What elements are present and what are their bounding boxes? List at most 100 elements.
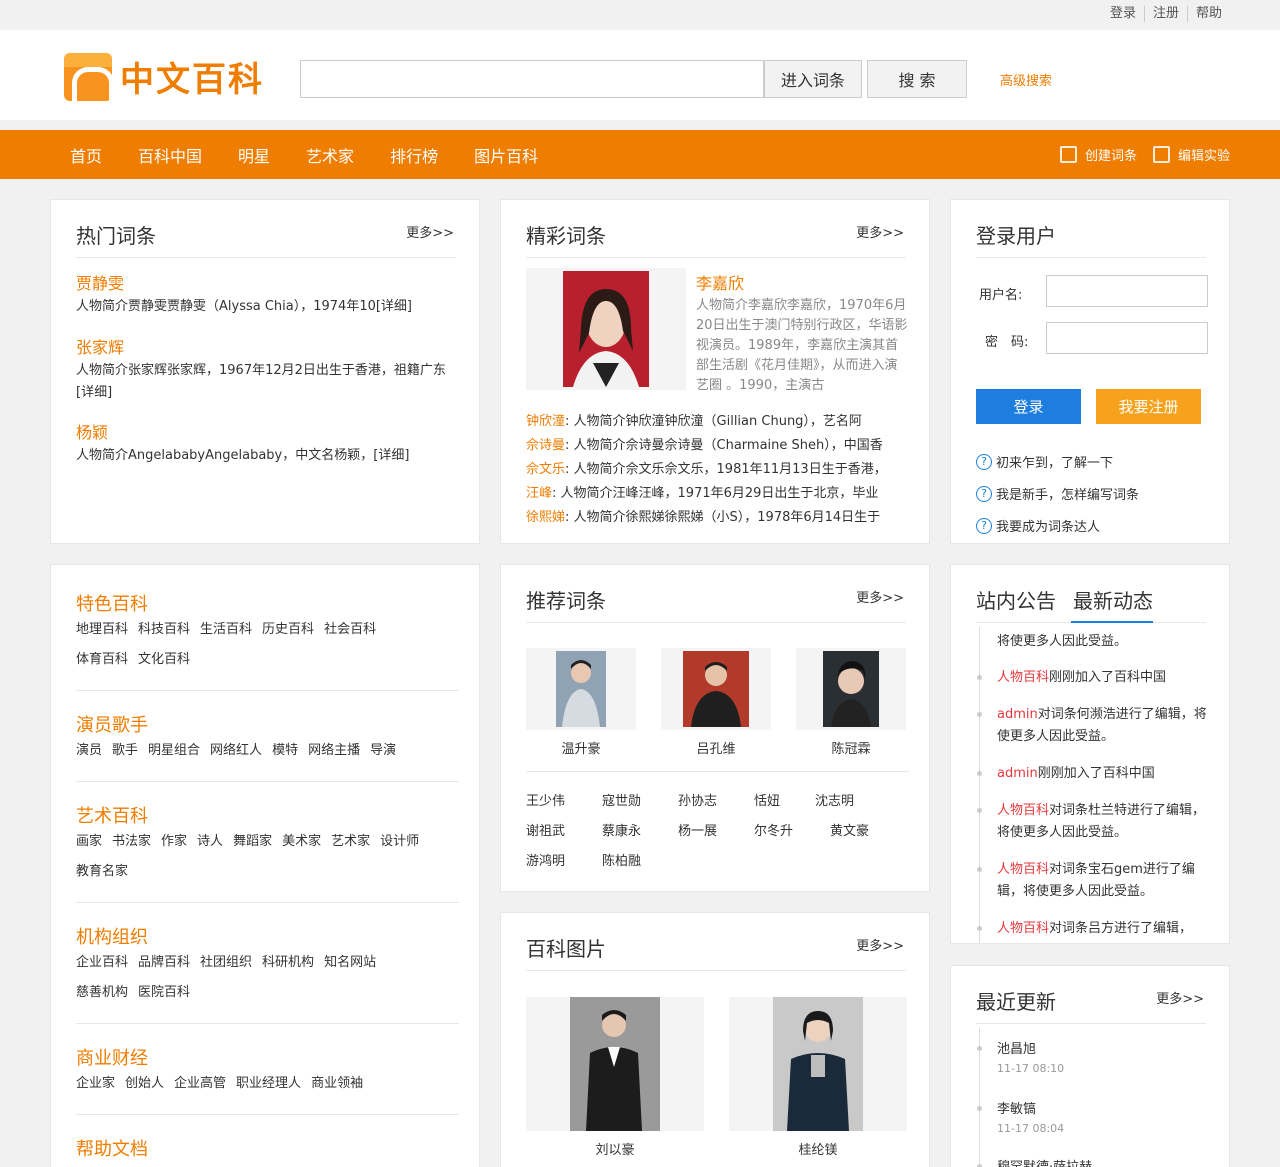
hot-entry-name[interactable]: 张家辉 [76, 334, 124, 358]
featured-list-item[interactable]: 钟欣潼: 人物简介钟欣潼钟欣潼（Gillian Chung），艺名阿 [526, 410, 906, 434]
recommend-name[interactable]: 谢祖武 [526, 817, 602, 847]
picture-item[interactable] [526, 997, 704, 1131]
password-input[interactable] [1046, 322, 1208, 354]
recommend-name[interactable]: 尔冬升 [754, 817, 830, 847]
picture-name[interactable]: 刘以豪 [526, 1139, 704, 1158]
category-tag[interactable]: 舞蹈家 [233, 834, 272, 849]
category-title[interactable]: 艺术百科 [76, 802, 148, 828]
category-tag[interactable]: 导演 [370, 743, 396, 758]
nav-baike-china[interactable]: 百科中国 [138, 143, 202, 167]
notice-item[interactable]: 将使更多人因此受益。 [997, 631, 1209, 653]
featured-main-name[interactable]: 李嘉欣 [696, 270, 744, 294]
hot-entry-name[interactable]: 贾静雯 [76, 270, 124, 294]
category-title[interactable]: 机构组织 [76, 923, 148, 949]
recommend-name[interactable]: 蔡康永 [602, 817, 678, 847]
recommend-name[interactable]: 王少伟 [526, 787, 602, 817]
featured-list-item[interactable]: 汪峰: 人物简介汪峰汪峰，1971年6月29日出生于北京，毕业 [526, 482, 906, 506]
nav-home[interactable]: 首页 [70, 143, 102, 167]
recent-item-name[interactable]: 李敏镐 [997, 1098, 1036, 1117]
category-tag[interactable]: 科技百科 [138, 622, 190, 637]
notice-item[interactable]: 人物百科对词条杜兰特进行了编辑，将使更多人因此受益。 [997, 800, 1209, 844]
search-input[interactable] [300, 60, 764, 98]
category-title[interactable]: 特色百科 [76, 590, 148, 616]
help-link[interactable]: 帮助 [1186, 6, 1230, 22]
nav-pictures[interactable]: 图片百科 [474, 143, 538, 167]
category-tag[interactable]: 社会百科 [324, 622, 376, 637]
search-button[interactable]: 搜 索 [867, 60, 967, 98]
register-button[interactable]: 我要注册 [1096, 389, 1201, 424]
recommend-name[interactable]: 游鸿明 [526, 847, 602, 877]
recent-item-name[interactable]: 池昌旭 [997, 1038, 1036, 1057]
category-tag[interactable]: 商业领袖 [311, 1076, 363, 1091]
notice-item[interactable]: admin刚刚加入了百科中国 [997, 763, 1209, 785]
category-tag[interactable]: 社团组织 [200, 955, 252, 970]
category-tag[interactable]: 书法家 [112, 834, 151, 849]
picture-name[interactable]: 桂纶镁 [729, 1139, 907, 1158]
edit-lab-link[interactable]: 编辑实验 [1152, 145, 1230, 164]
category-tag[interactable]: 设计师 [380, 834, 419, 849]
username-input[interactable] [1046, 275, 1208, 307]
recommend-photo[interactable] [661, 648, 771, 730]
category-tag[interactable]: 画家 [76, 834, 102, 849]
create-entry-link[interactable]: 创建词条 [1059, 145, 1137, 164]
category-tag[interactable]: 生活百科 [200, 622, 252, 637]
category-title[interactable]: 帮助文档 [76, 1135, 148, 1161]
recent-more-link[interactable]: 更多>> [1156, 988, 1204, 1007]
picture-item[interactable] [729, 997, 907, 1131]
tab-notice[interactable]: 站内公告 [976, 585, 1056, 614]
recommend-name[interactable]: 陈柏融 [602, 847, 678, 877]
recommend-name[interactable]: 孙协志 [678, 787, 754, 817]
category-tag[interactable]: 企业百科 [76, 955, 128, 970]
login-link[interactable]: 登录 [1102, 6, 1144, 22]
recommend-photo-name[interactable]: 吕孔维 [661, 738, 771, 757]
notice-item[interactable]: 人物百科对词条宝石gem进行了编辑，将使更多人因此受益。 [997, 859, 1209, 903]
category-tag[interactable]: 企业高管 [174, 1076, 226, 1091]
login-button[interactable]: 登录 [976, 389, 1081, 424]
category-tag[interactable]: 教育名家 [76, 864, 128, 879]
category-title[interactable]: 演员歌手 [76, 711, 148, 737]
help-link-newbie[interactable]: ? 我是新手，怎样编写词条 [976, 484, 1139, 503]
category-tag[interactable]: 诗人 [197, 834, 223, 849]
recommend-name[interactable]: 黄文豪 [830, 817, 906, 847]
enter-entry-button[interactable]: 进入词条 [764, 60, 862, 98]
recommend-photo[interactable] [526, 648, 636, 730]
category-tag[interactable]: 职业经理人 [236, 1076, 301, 1091]
featured-list-item[interactable]: 佘文乐: 人物简介佘文乐佘文乐，1981年11月13日生于香港， [526, 458, 906, 482]
pictures-more-link[interactable]: 更多>> [856, 935, 904, 954]
advanced-search-link[interactable]: 高级搜索 [1000, 70, 1052, 89]
category-tag[interactable]: 文化百科 [138, 652, 190, 667]
register-link[interactable]: 注册 [1143, 6, 1187, 22]
recommend-name[interactable]: 沈志明 [815, 787, 891, 817]
featured-more-link[interactable]: 更多>> [856, 222, 904, 241]
category-tag[interactable]: 歌手 [112, 743, 138, 758]
category-tag[interactable]: 明星组合 [148, 743, 200, 758]
category-tag[interactable]: 艺术家 [331, 834, 370, 849]
featured-photo[interactable] [526, 268, 686, 390]
site-logo[interactable]: 中文百科 [64, 52, 264, 101]
notice-item[interactable]: 人物百科刚刚加入了百科中国 [997, 667, 1209, 689]
category-tag[interactable]: 企业家 [76, 1076, 115, 1091]
category-tag[interactable]: 美术家 [282, 834, 321, 849]
recommend-photo-name[interactable]: 陈冠霖 [796, 738, 906, 757]
category-tag[interactable]: 地理百科 [76, 622, 128, 637]
category-tag[interactable]: 慈善机构 [76, 985, 128, 1000]
help-link-expert[interactable]: ? 我要成为词条达人 [976, 516, 1100, 535]
tab-latest[interactable]: 最新动态 [1073, 585, 1153, 614]
category-title[interactable]: 商业财经 [76, 1044, 148, 1070]
nav-artists[interactable]: 艺术家 [306, 143, 354, 167]
notice-item[interactable]: admin对词条何濒浩进行了编辑，将使更多人因此受益。 [997, 704, 1209, 748]
category-tag[interactable]: 创始人 [125, 1076, 164, 1091]
nav-ranking[interactable]: 排行榜 [390, 143, 438, 167]
category-tag[interactable]: 模特 [272, 743, 298, 758]
recent-item-name[interactable]: 穆罕默德·萨拉赫 [997, 1156, 1092, 1167]
hot-entry-name[interactable]: 杨颖 [76, 419, 108, 443]
featured-list-item[interactable]: 佘诗曼: 人物简介佘诗曼佘诗曼（Charmaine Sheh），中国香 [526, 434, 906, 458]
category-tag[interactable]: 网络红人 [210, 743, 262, 758]
recommend-name[interactable]: 杨一展 [678, 817, 754, 847]
category-tag[interactable]: 体育百科 [76, 652, 128, 667]
category-tag[interactable]: 医院百科 [138, 985, 190, 1000]
category-tag[interactable]: 科研机构 [262, 955, 314, 970]
category-tag[interactable]: 历史百科 [262, 622, 314, 637]
nav-stars[interactable]: 明星 [238, 143, 270, 167]
recommend-photo[interactable] [796, 648, 906, 730]
